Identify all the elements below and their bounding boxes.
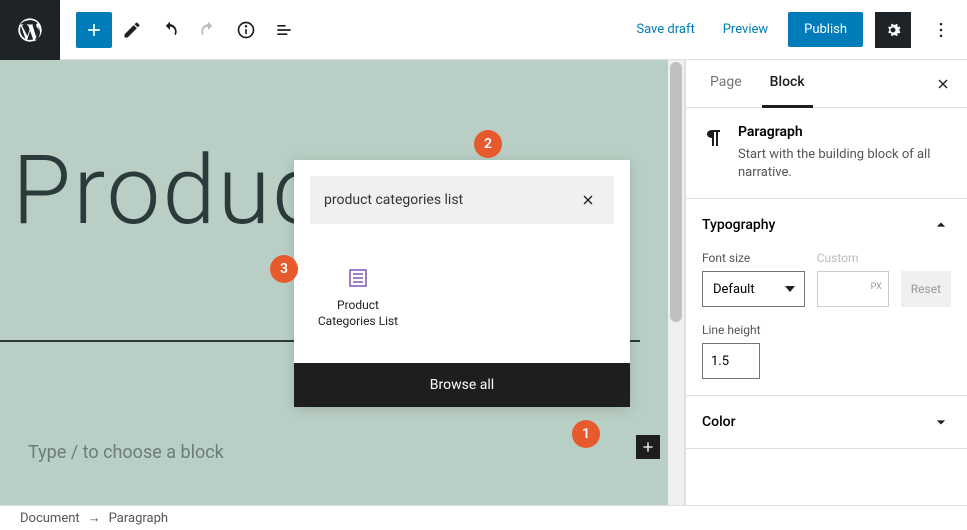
edit-mode-button[interactable] [114,12,150,48]
breadcrumb-root[interactable]: Document [20,511,80,526]
inserter-search-input[interactable] [324,192,576,208]
line-height-label: Line height [702,323,951,337]
empty-paragraph-placeholder[interactable]: Type / to choose a block [28,442,224,463]
info-button[interactable] [228,12,264,48]
info-icon [236,20,256,40]
tab-page[interactable]: Page [702,60,750,108]
outline-button[interactable] [266,12,302,48]
gear-icon [883,20,903,40]
clear-search-button[interactable] [576,188,600,212]
wordpress-logo[interactable] [0,0,60,60]
list-icon [274,20,294,40]
tab-block[interactable]: Block [762,60,813,108]
color-panel: Color [686,396,967,449]
undo-icon [160,20,180,40]
add-block-button[interactable] [76,12,112,48]
close-icon [935,76,951,92]
breadcrumb-separator: → [88,510,101,526]
color-title: Color [702,414,736,430]
chevron-up-icon [931,215,951,235]
inline-add-block-button[interactable] [636,435,660,459]
color-panel-toggle[interactable]: Color [702,412,951,432]
settings-button[interactable] [875,12,911,48]
product-categories-list-icon [346,266,370,290]
redo-button[interactable] [190,12,226,48]
typography-title: Typography [702,217,775,233]
block-breadcrumb: Document → Paragraph [0,505,967,530]
editor-canvas[interactable]: Produc Type / to choose a block Product … [0,60,685,505]
preview-link[interactable]: Preview [715,22,776,37]
page-title[interactable]: Produc [12,135,324,247]
annotation-badge-2: 2 [474,130,502,158]
line-height-input[interactable] [702,343,760,379]
custom-font-size-input[interactable] [817,271,889,307]
canvas-scrollbar[interactable] [668,60,684,505]
custom-label: Custom [817,251,889,265]
scrollbar-thumb[interactable] [670,62,682,322]
block-result-label: Product Categories List [310,298,406,329]
workspace: Produc Type / to choose a block Product … [0,60,967,505]
block-card: Paragraph Start with the building block … [686,108,967,199]
block-inserter-popover: Product Categories List Browse all [294,160,630,407]
more-options-button[interactable] [923,12,959,48]
block-card-description: Start with the building block of all nar… [738,146,951,182]
undo-button[interactable] [152,12,188,48]
paragraph-icon [702,126,726,150]
plus-icon [640,439,656,455]
dots-vertical-icon [931,20,951,40]
font-size-select[interactable]: Default [702,271,805,307]
font-size-label: Font size [702,251,805,265]
toolbar-right: Save draft Preview Publish [628,12,967,48]
toolbar-left [60,12,302,48]
publish-button[interactable]: Publish [788,12,863,47]
browse-all-button[interactable]: Browse all [294,363,630,407]
wordpress-icon [16,16,44,44]
block-card-title: Paragraph [738,124,951,140]
sidebar-tabs: Page Block [686,60,967,108]
annotation-badge-1: 1 [572,420,600,448]
top-toolbar: Save draft Preview Publish [0,0,967,60]
save-draft-link[interactable]: Save draft [628,22,702,37]
redo-icon [198,20,218,40]
inserter-search [310,176,614,224]
pencil-icon [122,20,142,40]
close-icon [580,192,596,208]
breadcrumb-leaf[interactable]: Paragraph [109,511,168,526]
font-size-reset-button[interactable]: Reset [901,271,951,307]
annotation-badge-3: 3 [270,255,298,283]
chevron-down-icon [931,412,951,432]
settings-sidebar: Page Block Paragraph Start with the buil… [685,60,967,505]
plus-icon [84,20,104,40]
typography-panel-toggle[interactable]: Typography [702,215,951,235]
inserter-results: Product Categories List [294,240,630,363]
block-result-product-categories-list[interactable]: Product Categories List [310,256,406,339]
close-sidebar-button[interactable] [935,76,951,92]
typography-panel: Typography Font size Default Custom Rese [686,199,967,396]
